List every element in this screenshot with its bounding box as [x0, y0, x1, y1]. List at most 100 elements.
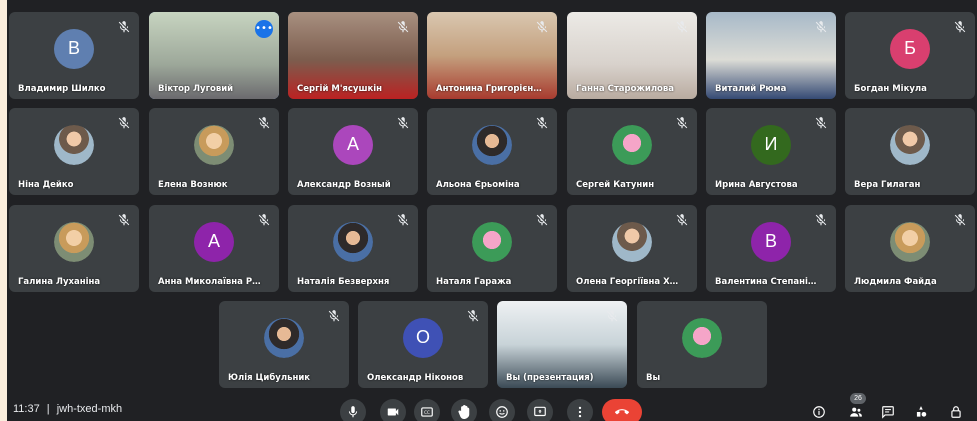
- mic-off-icon: [675, 19, 689, 33]
- participant-name: Сергій М'ясушкін: [297, 84, 383, 94]
- mic-off-icon: [535, 19, 549, 33]
- participant-avatar: [612, 221, 652, 262]
- participant-tile[interactable]: Ніна Дейко: [9, 108, 139, 195]
- participant-name: Альона Єрьоміна: [436, 180, 520, 190]
- participant-tile[interactable]: А Александр Возный: [288, 108, 418, 195]
- mic-off-icon: [257, 212, 271, 226]
- mic-off-icon: [257, 115, 271, 129]
- participant-tile[interactable]: Сергей Катунин: [567, 108, 697, 195]
- mic-off-icon: [953, 19, 967, 33]
- participant-tile[interactable]: Вера Гилаган: [845, 108, 975, 195]
- participant-name: Галина Луханіна: [18, 277, 101, 287]
- avatar-photo: [194, 124, 234, 165]
- participant-name: Вы (презентация): [506, 373, 594, 383]
- camera-button[interactable]: [380, 399, 406, 421]
- raise-hand-icon: [457, 405, 471, 419]
- participant-tile[interactable]: Вы: [637, 301, 767, 388]
- participant-name: Людмила Файда: [854, 277, 937, 287]
- participant-tile[interactable]: Наталія Безверхня: [288, 205, 418, 292]
- participant-tile[interactable]: А Анна Миколаївна Р…: [149, 205, 279, 292]
- participant-tile[interactable]: Виталий Рюма: [706, 12, 836, 99]
- participant-tile[interactable]: ••• Віктор Луговий: [149, 12, 279, 99]
- participant-tile[interactable]: Олена Георгіївна Х…: [567, 205, 697, 292]
- participant-avatar: [194, 124, 234, 165]
- mic-off-icon: [327, 308, 341, 322]
- participant-avatar: В: [751, 221, 791, 262]
- participant-tile[interactable]: Ганна Старожилова: [567, 12, 697, 99]
- chat-button[interactable]: [879, 403, 897, 421]
- end-call-button[interactable]: [602, 399, 642, 421]
- participant-avatar: [54, 221, 94, 262]
- camera-icon: [386, 405, 400, 419]
- participant-name: Владимир Шилко: [18, 84, 106, 94]
- participant-tile[interactable]: О Олександр Ніконов: [358, 301, 488, 388]
- participant-name: Елена Вознюк: [158, 180, 228, 190]
- mic-button[interactable]: [340, 399, 366, 421]
- people-icon: [849, 405, 863, 419]
- raise-hand-button[interactable]: [451, 399, 477, 421]
- participant-count-badge: 26: [850, 393, 866, 404]
- activities-button[interactable]: [912, 403, 930, 421]
- meeting-time: 11:37: [13, 403, 40, 415]
- participant-tile[interactable]: Галина Луханіна: [9, 205, 139, 292]
- mic-off-icon: [953, 212, 967, 226]
- present-button[interactable]: [527, 399, 553, 421]
- participant-avatar: [54, 124, 94, 165]
- meeting-code: jwh-txed-mkh: [56, 403, 123, 415]
- avatar-photo: [682, 317, 722, 358]
- participant-name: Ганна Старожилова: [576, 84, 675, 94]
- mic-off-icon: [675, 115, 689, 129]
- meeting-stage: В Владимир Шилко ••• Віктор Луговий Сергій М…: [7, 0, 977, 421]
- avatar-photo: [890, 221, 930, 262]
- participant-tile[interactable]: Антонина Григорієн…: [427, 12, 557, 99]
- mic-off-icon: [117, 19, 131, 33]
- info-button[interactable]: [810, 403, 828, 421]
- participant-avatar: Б: [890, 28, 930, 69]
- mic-off-icon: [814, 212, 828, 226]
- participant-avatar: [890, 124, 930, 165]
- participant-tile[interactable]: Сергій М'ясушкін: [288, 12, 418, 99]
- participant-avatar: [682, 317, 722, 358]
- participant-tile[interactable]: В Владимир Шилко: [9, 12, 139, 99]
- participant-name: Олена Георгіївна Х…: [576, 277, 679, 287]
- participant-tile[interactable]: Альона Єрьоміна: [427, 108, 557, 195]
- captions-button[interactable]: CC: [414, 399, 440, 421]
- mic-icon: [346, 405, 360, 419]
- mic-off-icon: [605, 308, 619, 322]
- emoji-icon: [495, 405, 509, 419]
- mic-off-icon: [535, 212, 549, 226]
- lock-button[interactable]: [947, 403, 965, 421]
- participant-tile[interactable]: Наталя Гаража: [427, 205, 557, 292]
- mic-off-icon: [396, 115, 410, 129]
- participant-avatar: А: [333, 124, 373, 165]
- avatar-photo: [333, 221, 373, 262]
- participant-name: Антонина Григорієн…: [436, 84, 542, 94]
- people-button[interactable]: [847, 403, 865, 421]
- participant-tile[interactable]: И Ирина Августова: [706, 108, 836, 195]
- participant-tile[interactable]: Вы (презентация): [497, 301, 627, 388]
- avatar-photo: [612, 124, 652, 165]
- bottom-control-bar: 11:37 | jwh-txed-mkh CC: [7, 391, 977, 421]
- emoji-button[interactable]: [489, 399, 515, 421]
- participant-name: Виталий Рюма: [715, 84, 787, 94]
- participant-tile[interactable]: Юлія Цибульник: [219, 301, 349, 388]
- end-call-icon: [615, 405, 629, 419]
- avatar-photo: [472, 221, 512, 262]
- participant-tile[interactable]: Елена Вознюк: [149, 108, 279, 195]
- participant-name: Наталя Гаража: [436, 277, 512, 287]
- more-vert-button[interactable]: [567, 399, 593, 421]
- participant-tile[interactable]: В Валентина Степані…: [706, 205, 836, 292]
- participant-name: Наталія Безверхня: [297, 277, 390, 287]
- mic-off-icon: [675, 212, 689, 226]
- svg-text:CC: CC: [424, 410, 430, 415]
- mic-off-icon: [466, 308, 480, 322]
- participant-tile[interactable]: Б Богдан Мікула: [845, 12, 975, 99]
- mic-off-icon: [396, 19, 410, 33]
- participant-name: Юлія Цибульник: [228, 373, 311, 383]
- participant-tile[interactable]: Людмила Файда: [845, 205, 975, 292]
- more-icon[interactable]: •••: [255, 20, 273, 38]
- meeting-info: 11:37 | jwh-txed-mkh: [13, 403, 122, 415]
- participant-name: Ирина Августова: [715, 180, 798, 190]
- participant-name: Ніна Дейко: [18, 180, 74, 190]
- meeting-separator: |: [46, 403, 50, 415]
